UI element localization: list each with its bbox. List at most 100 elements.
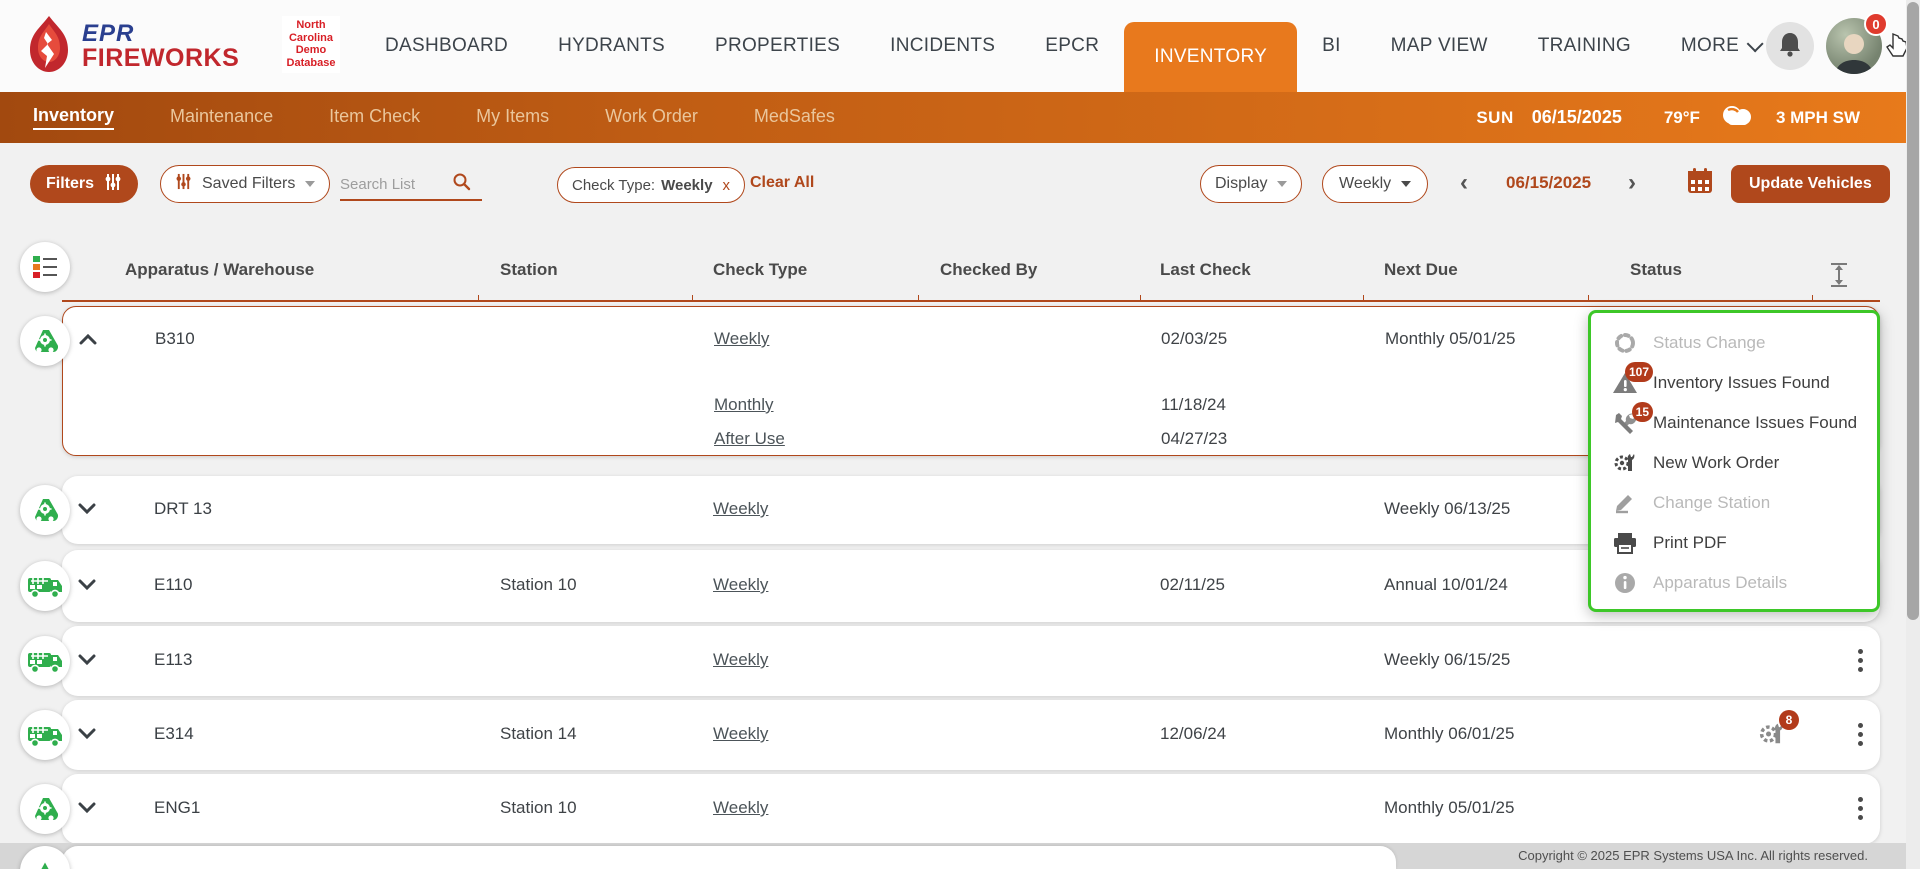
- display-label: Display: [1215, 175, 1267, 193]
- last-check-cell: 02/11/25: [1160, 575, 1225, 595]
- nav-tab-hydrants[interactable]: HYDRANTS: [533, 0, 690, 92]
- next-date-button[interactable]: ›: [1628, 169, 1636, 197]
- subnav-item-maintenance[interactable]: Maintenance: [170, 106, 273, 129]
- gear-vehicle-icon: [20, 485, 70, 535]
- collapse-row-button[interactable]: [79, 332, 97, 350]
- column-header-last-check[interactable]: Last Check: [1160, 260, 1251, 280]
- display-dropdown[interactable]: Display: [1200, 165, 1302, 203]
- nav-tab-training[interactable]: TRAINING: [1513, 0, 1656, 92]
- prev-date-button[interactable]: ‹: [1460, 169, 1468, 197]
- clear-all-link[interactable]: Clear All: [750, 174, 814, 192]
- fit-height-icon[interactable]: [1828, 262, 1850, 293]
- subnav-item-inventory[interactable]: Inventory: [33, 105, 114, 130]
- column-header-status[interactable]: Status: [1630, 260, 1682, 280]
- weather-date: 06/15/2025: [1532, 107, 1622, 128]
- menu-item-label: Status Change: [1653, 333, 1765, 353]
- column-header-next-due[interactable]: Next Due: [1384, 260, 1458, 280]
- period-dropdown[interactable]: Weekly: [1322, 165, 1428, 203]
- logo-line1: EPR: [82, 22, 239, 46]
- subnav-item-work-order[interactable]: Work Order: [605, 106, 698, 129]
- nav-tab-more[interactable]: MORE: [1656, 0, 1784, 92]
- check-type-link[interactable]: Weekly: [713, 798, 768, 818]
- next-due-cell: Weekly 06/15/25: [1384, 650, 1510, 670]
- saved-filters-label: Saved Filters: [202, 175, 295, 193]
- gear-vehicle-icon: [20, 784, 70, 834]
- subnav-item-medsafes[interactable]: MedSafes: [754, 106, 835, 129]
- filter-bar: Filters Saved Filters: [0, 143, 1920, 215]
- chevron-down-icon: [305, 181, 315, 187]
- menu-item-new-work-order[interactable]: New Work Order: [1591, 443, 1877, 483]
- search-field: [340, 169, 482, 201]
- check-type-link[interactable]: Weekly: [714, 329, 769, 349]
- next-due-cell: Monthly 06/01/25: [1384, 724, 1514, 744]
- subnav-item-item-check[interactable]: Item Check: [329, 106, 420, 129]
- current-date[interactable]: 06/15/2025: [1506, 173, 1591, 193]
- bell-icon: [1778, 31, 1802, 62]
- column-divider-tick: [1812, 295, 1813, 302]
- app-logo[interactable]: EPR FIREWORKS: [26, 14, 239, 79]
- menu-item-label: Apparatus Details: [1653, 573, 1787, 593]
- menu-item-inventory-issues-found[interactable]: 107Inventory Issues Found: [1591, 363, 1877, 403]
- table-row-eng1: ENG1Station 10WeeklyMonthly 05/01/25: [62, 774, 1880, 844]
- expand-row-button[interactable]: [78, 727, 96, 745]
- check-type-link[interactable]: Weekly: [713, 650, 768, 670]
- menu-item-print-pdf[interactable]: Print PDF: [1591, 523, 1877, 563]
- expand-row-button[interactable]: [78, 502, 96, 520]
- station-cell: Station 10: [500, 798, 577, 818]
- check-type-link[interactable]: Monthly: [714, 395, 774, 415]
- search-icon[interactable]: [452, 172, 471, 196]
- station-cell: Station 10: [500, 575, 577, 595]
- expand-row-button[interactable]: [78, 653, 96, 671]
- nav-tab-epcr[interactable]: EPCR: [1020, 0, 1124, 92]
- column-header-station[interactable]: Station: [500, 260, 558, 280]
- expand-row-button[interactable]: [78, 801, 96, 819]
- scrollbar-thumb[interactable]: [1907, 2, 1919, 620]
- column-header-checked-by[interactable]: Checked By: [940, 260, 1037, 280]
- column-header-apparatus-warehouse[interactable]: Apparatus / Warehouse: [125, 260, 314, 280]
- period-label: Weekly: [1339, 175, 1391, 193]
- weather-temp: 79°F: [1664, 108, 1700, 128]
- weather-wind: 3 MPH SW: [1776, 108, 1860, 128]
- cloud-icon: [1718, 102, 1758, 133]
- check-type-link[interactable]: Weekly: [713, 575, 768, 595]
- apparatus-name: ENG1: [154, 798, 200, 818]
- apparatus-name: E314: [154, 724, 194, 744]
- nav-tab-inventory[interactable]: INVENTORY: [1124, 22, 1297, 92]
- chip-remove-icon[interactable]: x: [723, 177, 731, 194]
- user-avatar[interactable]: 0: [1826, 18, 1882, 74]
- filter-chip-check-type: Check Type: Weekly x: [557, 167, 745, 203]
- search-input[interactable]: [340, 176, 452, 193]
- work-order-status-icon[interactable]: 8: [1757, 720, 1787, 753]
- filters-button[interactable]: Filters: [30, 165, 138, 203]
- update-vehicles-button[interactable]: Update Vehicles: [1731, 165, 1890, 203]
- row-actions-menu-button[interactable]: [1851, 723, 1869, 746]
- legend-button[interactable]: [20, 242, 70, 292]
- nav-tab-dashboard[interactable]: DASHBOARD: [360, 0, 533, 92]
- check-type-link[interactable]: After Use: [714, 429, 785, 449]
- nav-tab-map-view[interactable]: MAP VIEW: [1366, 0, 1513, 92]
- spinner-icon: [1611, 330, 1639, 356]
- info-icon: [1611, 570, 1639, 596]
- chip-prefix: Check Type:: [572, 177, 655, 194]
- last-check-cell: 04/27/23: [1161, 429, 1227, 449]
- expand-row-button[interactable]: [78, 578, 96, 596]
- nav-tab-bi[interactable]: BI: [1297, 0, 1366, 92]
- gear-wrench-icon: [1611, 450, 1639, 476]
- page-scrollbar[interactable]: [1906, 0, 1920, 869]
- nav-tab-properties[interactable]: PROPERTIES: [690, 0, 865, 92]
- row-actions-menu-button[interactable]: [1851, 797, 1869, 820]
- notifications-button[interactable]: [1766, 22, 1814, 70]
- menu-item-maintenance-issues-found[interactable]: 15Maintenance Issues Found: [1591, 403, 1877, 443]
- subnav-item-my-items[interactable]: My Items: [476, 106, 549, 129]
- nav-tab-incidents[interactable]: INCIDENTS: [865, 0, 1020, 92]
- saved-filters-dropdown[interactable]: Saved Filters: [160, 165, 330, 203]
- menu-item-label: Inventory Issues Found: [1653, 373, 1830, 393]
- table-row-e113: E113WeeklyWeekly 06/15/25: [62, 626, 1880, 696]
- logo-text: EPR FIREWORKS: [82, 22, 239, 71]
- menu-item-label: Print PDF: [1653, 533, 1727, 553]
- calendar-icon[interactable]: [1686, 167, 1714, 200]
- check-type-link[interactable]: Weekly: [713, 499, 768, 519]
- column-header-check-type[interactable]: Check Type: [713, 260, 807, 280]
- row-actions-menu-button[interactable]: [1851, 649, 1869, 672]
- check-type-link[interactable]: Weekly: [713, 724, 768, 744]
